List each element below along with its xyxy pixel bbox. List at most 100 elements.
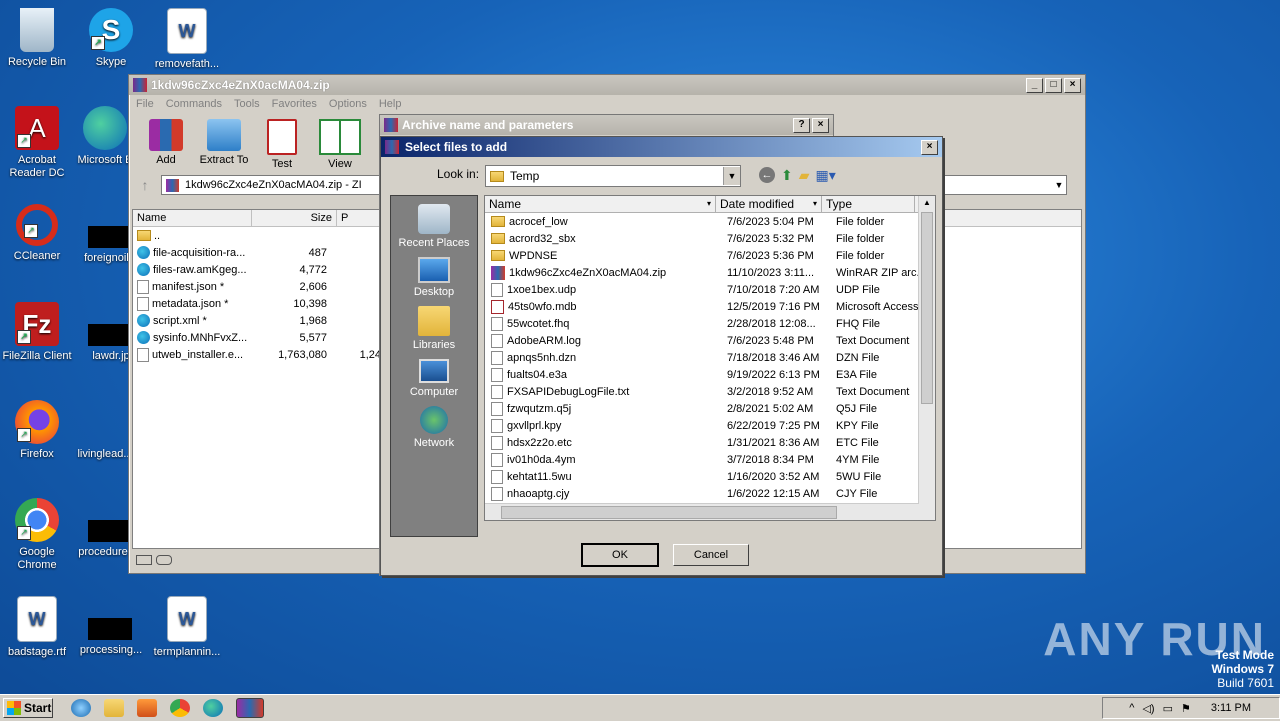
desktop-icon-processing[interactable]: processing... (74, 596, 148, 657)
cancel-button[interactable]: Cancel (673, 544, 749, 566)
show-hidden-icons[interactable]: ^ (1129, 702, 1134, 714)
list-item[interactable]: acrord32_sbx 7/6/2023 5:32 PM File folder (485, 230, 935, 247)
winrar-titlebar[interactable]: 1kdw96cZxc4eZnX0acMA04.zip _ □ × (129, 75, 1085, 95)
chrome-icon[interactable] (170, 699, 190, 717)
file-name: fzwqutzm.q5j (507, 402, 572, 415)
list-item[interactable]: gxvllprl.kpy 6/22/2019 7:25 PM KPY File (485, 417, 935, 434)
recycle-bin-icon (20, 8, 54, 52)
up-folder-icon[interactable]: ⬆ (781, 167, 793, 184)
add-archive-icon (149, 119, 183, 151)
list-item[interactable]: hdsx2z2o.etc 1/31/2021 8:36 AM ETC File (485, 434, 935, 451)
media-player-icon[interactable] (137, 699, 157, 717)
list-item[interactable]: fzwqutzm.q5j 2/8/2021 5:02 AM Q5J File (485, 400, 935, 417)
file-date: 7/6/2023 5:48 PM (727, 334, 814, 347)
list-item[interactable]: apnqs5nh.dzn 7/18/2018 3:46 AM DZN File (485, 349, 935, 366)
minimize-button[interactable]: _ (1026, 77, 1043, 93)
column-name[interactable]: Name (133, 210, 252, 226)
place-desktop[interactable]: Desktop (391, 257, 477, 298)
nav-toolbar: ← ⬆ ▰ ▦▾ (759, 167, 836, 184)
desktop-icon-chrome[interactable]: ↗ Google Chrome (0, 498, 74, 572)
network-tray-icon[interactable]: ▭ (1163, 702, 1173, 715)
ok-button[interactable]: OK (581, 543, 659, 567)
chevron-down-icon[interactable]: ▼ (723, 167, 740, 185)
address-dropdown-icon[interactable]: ▼ (1052, 180, 1066, 190)
back-icon[interactable]: ← (759, 167, 775, 183)
place-computer[interactable]: Computer (391, 359, 477, 398)
winrar-taskbar-icon[interactable] (236, 698, 264, 718)
list-item[interactable]: fualts04.e3a 9/19/2022 6:13 PM E3A File (485, 366, 935, 383)
desktop-icon-removefath[interactable]: W removefath... (150, 8, 224, 71)
list-item[interactable]: 55wcotet.fhq 2/28/2018 12:08... FHQ File (485, 315, 935, 332)
edge-file-icon (137, 314, 150, 327)
lookin-dropdown[interactable]: Temp ▼ (485, 165, 741, 187)
chrome-icon: ↗ (15, 498, 59, 542)
archive-params-titlebar[interactable]: Archive name and parameters ? × (380, 115, 833, 135)
close-button[interactable]: × (921, 139, 938, 155)
flag-icon[interactable]: ⚑ (1181, 702, 1191, 715)
desktop-icon-skype[interactable]: S ↗ Skype (74, 8, 148, 69)
close-button[interactable]: × (812, 117, 829, 133)
list-item[interactable]: 1xoe1bex.udp 7/10/2018 7:20 AM UDP File (485, 281, 935, 298)
select-files-titlebar[interactable]: Select files to add × (381, 137, 942, 157)
list-item[interactable]: acrocef_low 7/6/2023 5:04 PM File folder (485, 213, 935, 230)
desktop-icon-termplannin[interactable]: W termplannin... (150, 596, 224, 659)
desktop-icon-acrobat[interactable]: A ↗ Acrobat Reader DC (0, 106, 74, 180)
vertical-scrollbar[interactable]: ▲ (918, 196, 935, 520)
extract-to-button-label: Extract To (199, 154, 249, 166)
menu-commands[interactable]: Commands (166, 98, 222, 110)
column-size[interactable]: Size (252, 210, 337, 226)
clock[interactable]: 3:11 PM (1211, 702, 1251, 714)
close-button[interactable]: × (1064, 77, 1081, 93)
edge-icon[interactable] (203, 699, 223, 717)
maximize-button[interactable]: □ (1045, 77, 1062, 93)
place-recent[interactable]: Recent Places (391, 204, 477, 249)
menu-favorites[interactable]: Favorites (272, 98, 317, 110)
start-button[interactable]: Start (3, 698, 53, 718)
menu-help[interactable]: Help (379, 98, 402, 110)
horizontal-scrollbar[interactable] (485, 503, 919, 520)
file-type: File folder (836, 215, 885, 228)
test-button[interactable]: Test (255, 113, 309, 173)
desktop-icon-badstage[interactable]: W badstage.rtf (0, 596, 74, 659)
list-item[interactable]: WPDNSE 7/6/2023 5:36 PM File folder (485, 247, 935, 264)
desktop-icon-ccleaner[interactable]: ↗ CCleaner (0, 204, 74, 263)
file-packed: 1,24 (359, 348, 381, 361)
file-icon (491, 282, 503, 297)
list-item[interactable]: AdobeARM.log 7/6/2023 5:48 PM Text Documen… (485, 332, 935, 349)
view-button[interactable]: View (313, 113, 367, 173)
menu-options[interactable]: Options (329, 98, 367, 110)
column-name[interactable]: Name ▾ (485, 196, 716, 212)
file-icon (137, 296, 149, 311)
view-button-label: View (328, 158, 352, 170)
redacted-thumbnail (88, 324, 132, 346)
desktop-icon-recycle-bin[interactable]: Recycle Bin (0, 8, 74, 69)
speaker-icon[interactable]: ◁) (1142, 702, 1154, 715)
up-arrow-icon[interactable]: ↑ (135, 177, 155, 193)
list-item[interactable]: nhaoaptg.cjy 1/6/2022 12:15 AM CJY File (485, 485, 935, 502)
new-folder-icon[interactable]: ▰ (799, 167, 810, 184)
place-network[interactable]: Network (391, 406, 477, 449)
extract-to-button[interactable]: Extract To (197, 113, 251, 173)
add-button[interactable]: Add (139, 113, 193, 173)
scroll-thumb[interactable] (921, 212, 933, 404)
place-libraries[interactable]: Libraries (391, 306, 477, 351)
ie-icon[interactable] (71, 699, 91, 717)
list-item[interactable]: 1kdw96cZxc4eZnX0acMA04.zip 11/10/2023 3:1… (485, 264, 935, 281)
desktop-icon-filezilla[interactable]: Fz ↗ FileZilla Client (0, 302, 74, 363)
file-name: .. (154, 229, 161, 242)
desktop-icon-firefox[interactable]: ↗ Firefox (0, 400, 74, 461)
list-item[interactable]: kehtat11.5wu 1/16/2020 3:52 AM 5WU File (485, 468, 935, 485)
explorer-icon[interactable] (104, 699, 124, 717)
hscroll-thumb[interactable] (501, 506, 837, 519)
menu-file[interactable]: File (136, 98, 154, 110)
column-date[interactable]: Date modified ▾ (716, 196, 822, 212)
column-type[interactable]: Type (822, 196, 915, 212)
list-item[interactable]: 45ts0wfo.mdb 12/5/2019 7:16 PM Microsoft A… (485, 298, 935, 315)
list-item[interactable]: iv01h0da.4ym 3/7/2018 8:34 PM 4YM File (485, 451, 935, 468)
menu-tools[interactable]: Tools (234, 98, 260, 110)
list-item[interactable]: FXSAPIDebugLogFile.txt 3/2/2018 9:52 AM Te… (485, 383, 935, 400)
scroll-up-icon[interactable]: ▲ (919, 196, 935, 210)
desktop-icon-label: Google Chrome (17, 546, 57, 571)
view-menu-icon[interactable]: ▦▾ (816, 167, 836, 184)
help-button[interactable]: ? (793, 117, 810, 133)
